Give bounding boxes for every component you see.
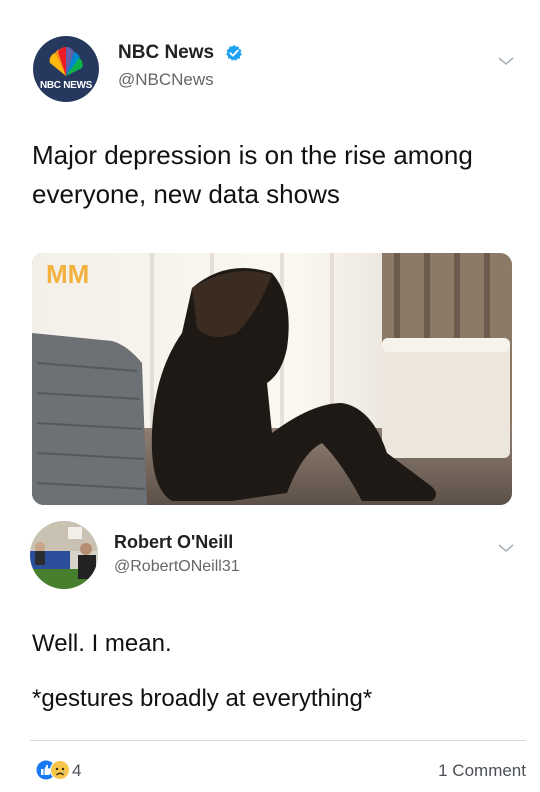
reaction-count[interactable]: 4: [72, 761, 81, 781]
nbc-news-avatar[interactable]: NBC NEWS: [33, 36, 99, 102]
author-name[interactable]: NBC News: [118, 42, 214, 64]
reply-author-name[interactable]: Robert O'Neill: [114, 532, 233, 553]
avatar-text: NBC NEWS: [39, 80, 93, 91]
verified-badge-icon: [226, 44, 242, 61]
reply-text-line: *gestures broadly at everything*: [32, 685, 373, 712]
tweet-text: Major depression is on the rise among ev…: [32, 140, 473, 209]
reply-author-handle[interactable]: @RobertONeill31: [114, 558, 240, 576]
author-handle[interactable]: @NBCNews: [118, 70, 214, 90]
image-overlay-text: MM: [46, 259, 89, 289]
profile-photo-icon: [30, 521, 98, 589]
chevron-down-icon[interactable]: [497, 542, 515, 554]
sad-icon[interactable]: [50, 760, 70, 780]
divider: [30, 740, 526, 741]
comment-count-link[interactable]: 1 Comment: [438, 761, 526, 781]
peacock-logo-icon: [49, 46, 83, 76]
chevron-down-icon[interactable]: [497, 55, 515, 67]
tweet-photo[interactable]: MM: [32, 253, 512, 505]
reply-text-line: Well. I mean.: [32, 630, 172, 657]
robert-oneill-avatar[interactable]: [30, 521, 98, 589]
